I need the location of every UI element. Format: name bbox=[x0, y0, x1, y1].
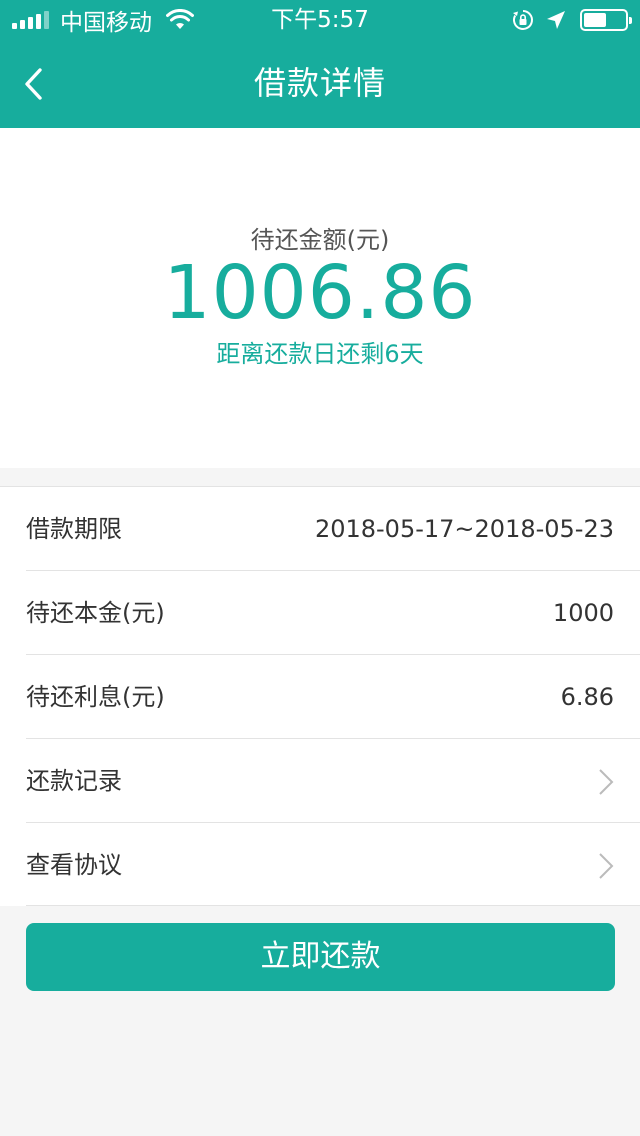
chevron-right-icon bbox=[599, 769, 614, 795]
due-countdown: 距离还款日还剩6天 bbox=[216, 340, 424, 368]
loan-term-row: 借款期限 2018-05-17~2018-05-23 bbox=[26, 487, 640, 571]
loan-details-list: 借款期限 2018-05-17~2018-05-23 待还本金(元) 1000 … bbox=[0, 486, 640, 906]
interest-label: 待还利息(元) bbox=[26, 683, 165, 711]
principal-row: 待还本金(元) 1000 bbox=[26, 571, 640, 655]
view-agreement-row[interactable]: 查看协议 bbox=[26, 823, 640, 907]
battery-fill bbox=[584, 13, 606, 27]
location-arrow-icon bbox=[547, 11, 565, 29]
chevron-right-icon bbox=[599, 853, 614, 879]
rotation-lock-icon bbox=[513, 10, 533, 30]
interest-row: 待还利息(元) 6.86 bbox=[26, 655, 640, 739]
interest-value: 6.86 bbox=[560, 683, 614, 711]
page-title: 借款详情 bbox=[253, 64, 386, 102]
principal-value: 1000 bbox=[552, 599, 614, 627]
list-bottom-divider bbox=[26, 905, 640, 906]
repayment-history-label: 还款记录 bbox=[26, 767, 122, 795]
principal-label: 待还本金(元) bbox=[26, 599, 165, 627]
view-agreement-label: 查看协议 bbox=[26, 851, 122, 879]
amount-summary: 待还金额(元) 1006.86 距离还款日还剩6天 bbox=[0, 128, 640, 468]
app-header: 中国移动 下午5:57 借款详情 bbox=[0, 0, 640, 128]
status-right bbox=[512, 6, 632, 34]
repay-now-button[interactable]: 立即还款 bbox=[26, 923, 615, 991]
loan-term-label: 借款期限 bbox=[26, 515, 122, 543]
battery-icon bbox=[580, 9, 632, 31]
loan-term-value: 2018-05-17~2018-05-23 bbox=[314, 515, 614, 543]
status-bar: 中国移动 下午5:57 bbox=[0, 0, 640, 40]
repayment-history-row[interactable]: 还款记录 bbox=[26, 739, 640, 823]
amount-due-value: 1006.86 bbox=[163, 250, 477, 336]
